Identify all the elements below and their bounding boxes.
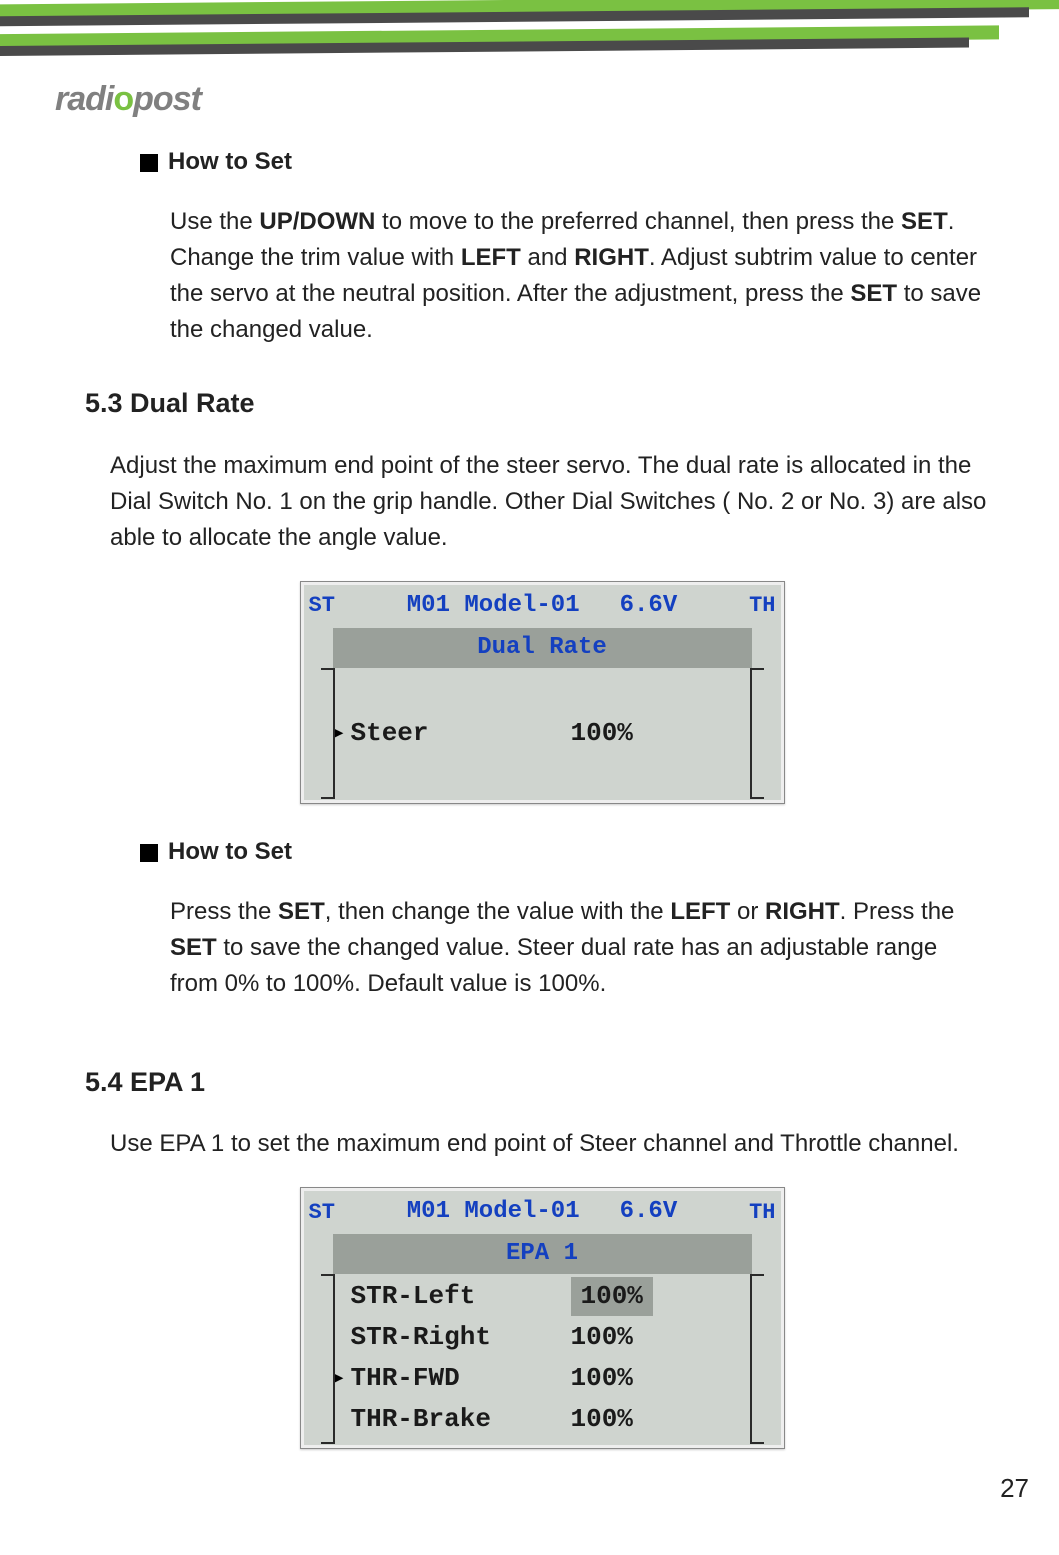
row-value: 100% (551, 1318, 752, 1357)
lcd-row-steer: ▸ Steer 100% (333, 698, 752, 769)
lcd-th-label: TH (749, 589, 775, 622)
how-to-set-heading-1: How to Set (140, 144, 999, 180)
lcd-epa1: ST M01 Model-01 6.6V TH EPA 1 STR-Left10… (300, 1187, 785, 1449)
row-value: 100% (571, 1277, 653, 1316)
lcd-right-scale-icon (750, 1274, 776, 1444)
lcd-row: STR-Left 100% (333, 1276, 752, 1317)
row-pointer-icon: ▸ (333, 717, 351, 750)
row-value: 100% (551, 1359, 752, 1398)
row-label: Steer (351, 714, 551, 753)
page-number: 27 (1000, 1473, 1029, 1504)
lcd-st-label: ST (309, 589, 335, 622)
section-5-4-heading: 5.4 EPA 1 (85, 1062, 999, 1103)
lcd-dual-rate: ST M01 Model-01 6.6V TH Dual Rate ▸ Stee… (300, 581, 785, 804)
lcd-th-label: TH (749, 1196, 775, 1229)
lcd-left-scale-icon (309, 1274, 335, 1444)
row-value: 100% (551, 1400, 752, 1439)
header-decoration (0, 0, 1059, 70)
section-5-3-heading: 5.3 Dual Rate (85, 383, 999, 424)
brand-logo: radiopost (55, 80, 1059, 119)
how-to-set-text-1: Use the UP/DOWN to move to the preferred… (170, 204, 989, 348)
row-label: THR-Brake (351, 1400, 551, 1439)
how-to-set-heading-2: How to Set (140, 834, 999, 870)
square-bullet-icon (140, 844, 158, 862)
lcd-row: ▸THR-FWD100% (333, 1358, 752, 1399)
heading-label: How to Set (168, 834, 292, 870)
row-label: THR-FWD (351, 1359, 551, 1398)
page-content: How to Set Use the UP/DOWN to move to th… (85, 144, 999, 1449)
lcd-row: STR-Right100% (333, 1317, 752, 1358)
heading-label: How to Set (168, 144, 292, 180)
row-value: 100% (551, 714, 752, 753)
square-bullet-icon (140, 154, 158, 172)
lcd-model: M01 Model-01 (407, 588, 580, 624)
dual-rate-intro: Adjust the maximum end point of the stee… (110, 448, 999, 556)
lcd-voltage: 6.6V (620, 1194, 678, 1230)
epa1-intro: Use EPA 1 to set the maximum end point o… (110, 1126, 999, 1162)
row-label: STR-Left (351, 1277, 551, 1316)
lcd-model: M01 Model-01 (407, 1194, 580, 1230)
row-pointer-icon: ▸ (333, 1362, 351, 1395)
lcd-st-label: ST (309, 1196, 335, 1229)
lcd-title: EPA 1 (333, 1234, 752, 1274)
lcd-voltage: 6.6V (620, 588, 678, 624)
lcd-right-scale-icon (750, 668, 776, 799)
lcd-row: THR-Brake100% (333, 1399, 752, 1440)
lcd-title: Dual Rate (333, 628, 752, 668)
row-label: STR-Right (351, 1318, 551, 1357)
lcd-left-scale-icon (309, 668, 335, 799)
how-to-set-text-2: Press the SET, then change the value wit… (170, 894, 989, 1002)
